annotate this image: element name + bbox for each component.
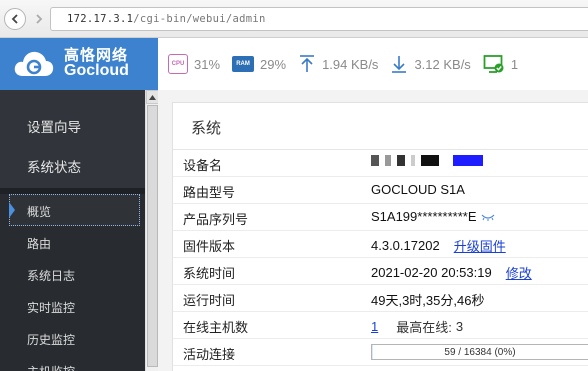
- sidebar: 设置向导 系统状态 概览 路由 系统日志 实时监控 历史监控 主机监控: [0, 90, 145, 371]
- sidebar-item-routing[interactable]: 路由: [27, 235, 51, 252]
- download-arrow-icon: [392, 56, 407, 73]
- active-pointer-icon: [9, 202, 15, 218]
- sidebar-item-realtime-monitor[interactable]: 实时监控: [27, 299, 75, 316]
- monitor-check-icon: [483, 55, 504, 73]
- row-device-name: 设备名: [173, 150, 588, 177]
- active-connections-label: 活动连接: [183, 348, 236, 363]
- serial-value: S1A199**********E: [371, 209, 495, 224]
- modify-time-link[interactable]: 修改: [506, 263, 532, 282]
- connections-progress-text: 59 / 16384 (0%): [444, 346, 516, 358]
- sidebar-scrollbar[interactable]: [145, 90, 159, 371]
- system-time-text: 2021-02-20 20:53:19: [371, 265, 492, 280]
- forward-button[interactable]: [28, 8, 50, 30]
- row-online-hosts: 在线主机数 1 最高在线: 3: [173, 312, 588, 339]
- cloud-logo-icon: [14, 51, 54, 76]
- row-firmware: 固件版本 4.3.0.17202 升级固件: [173, 231, 588, 258]
- sidebar-item-system-log[interactable]: 系统日志: [27, 267, 75, 284]
- upload-rate: 1.94 KB/s: [322, 56, 379, 72]
- row-model: 路由型号 GOCLOUD S1A: [173, 177, 588, 204]
- back-button[interactable]: [4, 8, 26, 30]
- online-hosts-value: 1 最高在线: 3: [371, 317, 463, 336]
- sidebar-item-host-monitor[interactable]: 主机监控: [27, 363, 75, 371]
- download-stat: 3.12 KB/s: [390, 54, 471, 74]
- system-panel: 系统 设备名 路由型号 GOCLOUD S1A 产品序列号 S1A199****…: [172, 102, 588, 371]
- url-host: 172.17.3.1: [67, 13, 134, 25]
- scroll-up-arrow-icon: [149, 94, 156, 100]
- address-bar[interactable]: 172.17.3.1/cgi-bin/webui/admin: [50, 7, 588, 31]
- row-active-connections: 活动连接 59 / 16384 (0%): [173, 339, 588, 366]
- firmware-value: 4.3.0.17202 升级固件: [371, 236, 506, 255]
- sidebar-item-setup-wizard[interactable]: 设置向导: [27, 116, 81, 136]
- serial-text: S1A199**********E: [371, 209, 477, 224]
- model-label: 路由型号: [183, 186, 236, 201]
- download-rate: 3.12 KB/s: [414, 56, 471, 72]
- cpu-stat: CPU 31%: [168, 54, 220, 74]
- max-online-label: 最高在线:: [396, 320, 452, 335]
- firmware-version: 4.3.0.17202: [371, 238, 440, 253]
- scroll-thumb[interactable]: [147, 105, 158, 367]
- sidebar-item-system-status[interactable]: 系统状态: [27, 156, 81, 176]
- row-uptime: 运行时间 49天,3时,35分,46秒: [173, 285, 588, 312]
- cpu-usage: 31%: [194, 56, 221, 72]
- upload-arrow-icon: [300, 55, 315, 72]
- system-time-value: 2021-02-20 20:53:19 修改: [371, 263, 532, 282]
- serial-label: 产品序列号: [183, 213, 249, 228]
- model-value: GOCLOUD S1A: [371, 182, 465, 197]
- max-online-value: 3: [455, 319, 464, 334]
- row-serial: 产品序列号 S1A199**********E: [173, 204, 588, 231]
- connections-progress-bar: 59 / 16384 (0%): [371, 344, 588, 360]
- ram-chip-icon: RAM: [232, 56, 255, 72]
- online-hosts-label: 在线主机数: [183, 321, 249, 336]
- uptime-label: 运行时间: [183, 294, 236, 309]
- eye-toggle-icon[interactable]: [481, 213, 495, 221]
- url-path: /cgi-bin/webui/admin: [133, 13, 266, 25]
- status-bar: CPU 31% RAM 29% 1.94 KB/s 3.12 KB/s 1: [158, 38, 518, 90]
- app-header: 高恪网络 Gocloud CPU 31% RAM 29% 1.94 KB/s 3…: [0, 38, 588, 90]
- upgrade-firmware-link[interactable]: 升级固件: [454, 236, 506, 255]
- forward-arrow-icon: [36, 14, 43, 24]
- back-arrow-icon: [11, 14, 18, 24]
- main-content: 系统 设备名 路由型号 GOCLOUD S1A 产品序列号 S1A199****…: [158, 90, 588, 371]
- ram-usage: 29%: [260, 56, 287, 72]
- uptime-value: 49天,3时,35分,46秒: [371, 293, 485, 308]
- sidebar-item-overview[interactable]: 概览: [27, 203, 51, 220]
- row-system-time: 系统时间 2021-02-20 20:53:19 修改: [173, 258, 588, 285]
- online-hosts-stat: 1: [483, 54, 518, 74]
- device-name-label: 设备名: [183, 159, 223, 174]
- firmware-label: 固件版本: [183, 240, 236, 255]
- brand-name-en: Gocloud: [64, 62, 129, 80]
- cpu-chip-icon: CPU: [168, 54, 188, 74]
- browser-toolbar: 172.17.3.1/cgi-bin/webui/admin: [0, 0, 588, 38]
- sidebar-item-history-monitor[interactable]: 历史监控: [27, 331, 75, 348]
- online-hosts-link[interactable]: 1: [371, 319, 378, 334]
- brand-logo[interactable]: 高恪网络 Gocloud: [0, 38, 158, 90]
- online-count: 1: [510, 56, 519, 72]
- brand-name-cn: 高恪网络: [64, 45, 129, 64]
- panel-title: 系统: [191, 119, 222, 137]
- device-name-value-redacted: [371, 155, 489, 166]
- upload-stat: 1.94 KB/s: [298, 54, 378, 74]
- ram-stat: RAM 29%: [232, 56, 286, 72]
- system-time-label: 系统时间: [183, 267, 236, 282]
